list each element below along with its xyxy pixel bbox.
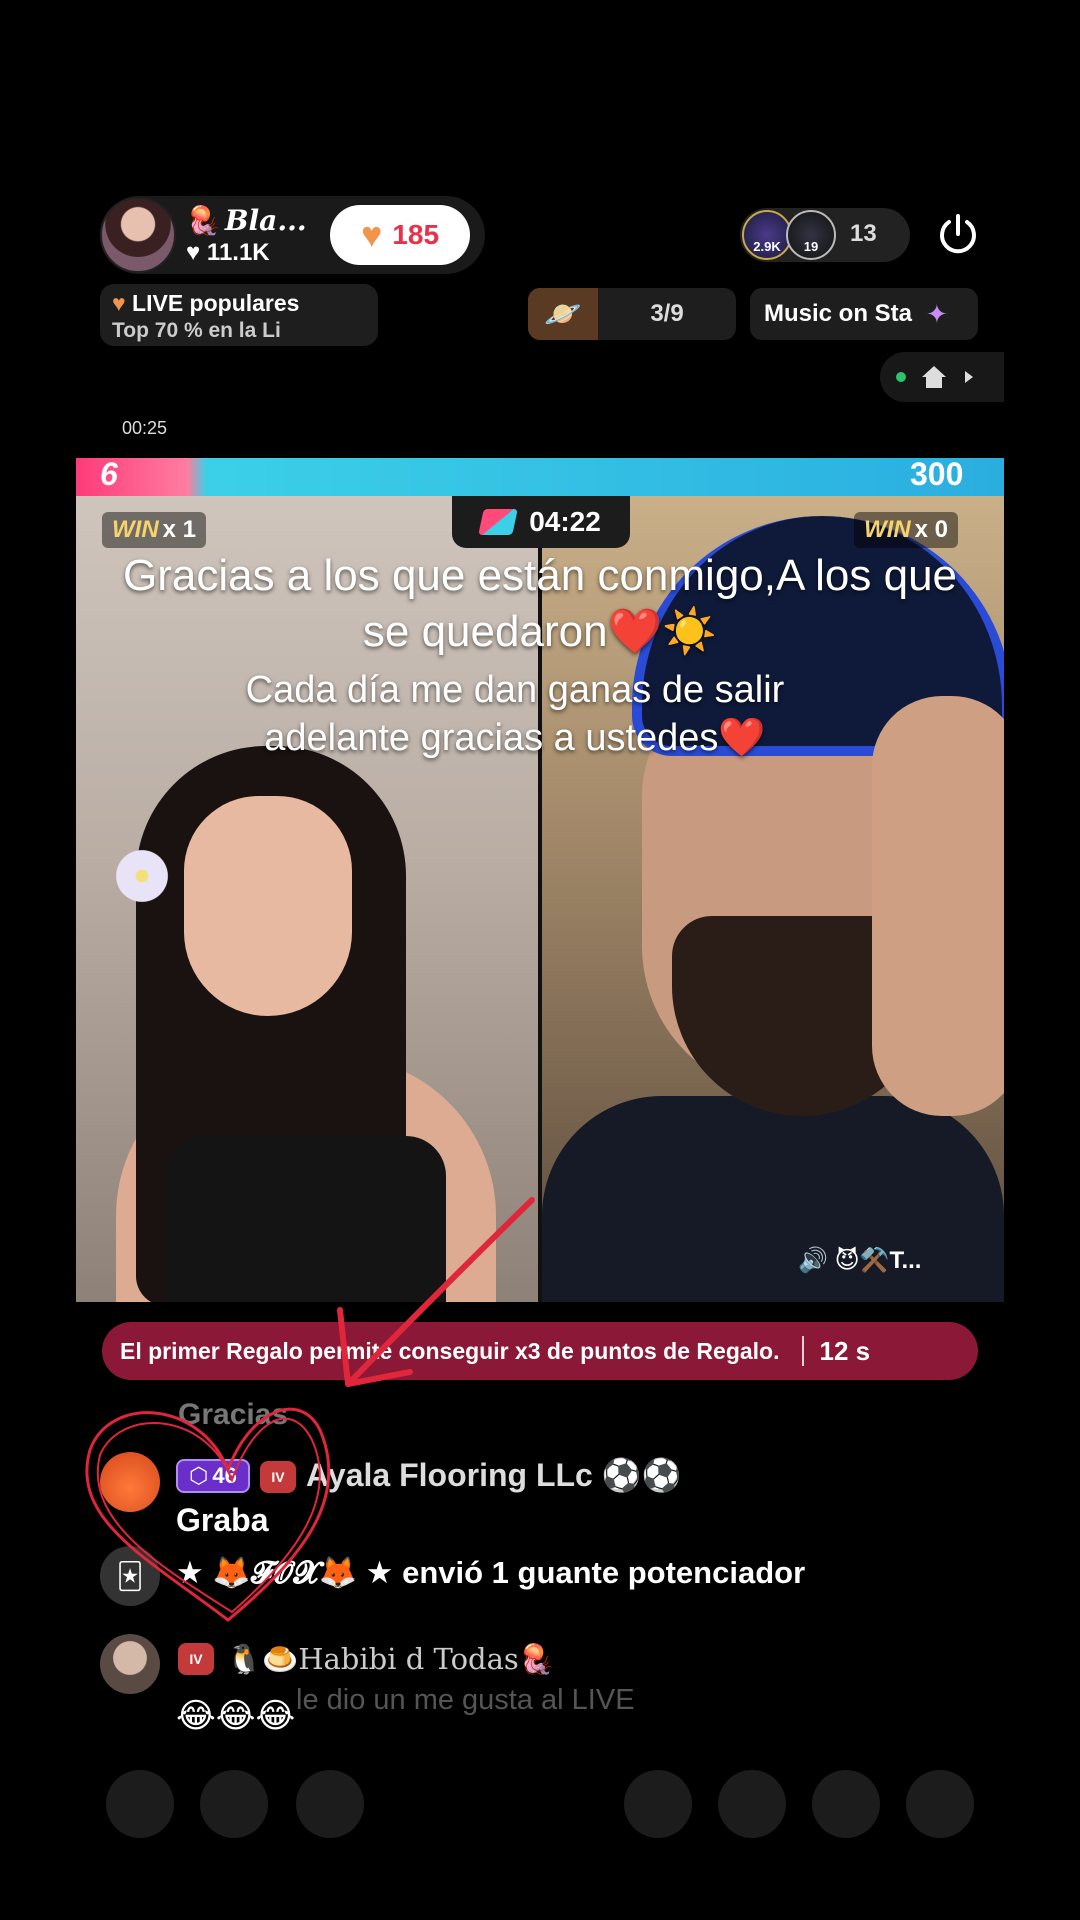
rank-label: 3/9 [650,300,684,327]
viewer-list[interactable]: 2.9K 19 13 [740,208,910,262]
toolbar-button[interactable] [296,1770,364,1838]
toolbar-button[interactable] [200,1770,268,1838]
chat-message-text: 😂😂😂 [176,1697,296,1735]
divider [801,1336,804,1366]
host-avatar[interactable] [100,197,176,273]
follow-heart-button[interactable]: ♥ 185 [330,205,470,265]
speaker-icon: 🔊 [798,1247,828,1274]
battle-icon [478,509,518,535]
level-badge: ⬡ 46 [176,1459,250,1493]
right-score: 300 [910,456,964,492]
heart-count: 185 [392,219,440,250]
chevron-right-icon [965,371,973,383]
fan-badge: IV [178,1643,214,1675]
viewer-avatar[interactable]: 19 [786,210,836,260]
toolbar-button[interactable] [906,1770,974,1838]
overlay-caption-subtitle: Cada día me dan ganas de salir adelante … [245,669,785,759]
heart-icon: ♥ [112,290,126,316]
left-score: 6 [100,456,118,492]
status-dot [896,372,906,382]
host-likes: 11.1K [206,238,270,266]
fan-badge: IV [260,1461,296,1493]
right-win-badge: WIN x 0 [854,512,959,548]
host-info: 🪼 Bla... ♥ 11.1K [186,204,326,267]
popular-rank: Top 70 % en la Li [112,319,281,342]
ranking-pill[interactable]: 🪐 3/9 [528,288,736,340]
viewer-avatar[interactable]: 2.9K [742,210,792,260]
toolbar-button[interactable] [718,1770,786,1838]
left-win-badge: WIN x 1 [102,512,207,548]
chat-username[interactable]: Ayala Flooring LLc ⚽⚽ [306,1456,681,1494]
gift-card-icon: 🃏 [100,1546,160,1606]
stream-elapsed: 00:25 [122,418,168,438]
heart-icon: ♥ [186,238,201,266]
viewer-count: 13 [850,220,877,247]
toolbar-button[interactable] [624,1770,692,1838]
avatar[interactable] [100,1452,160,1512]
battle-score-bar [76,458,1004,496]
chat-username[interactable]: 🐧🍮Habibi d Todas🪼 [226,1642,555,1677]
heart-icon: ♥ [360,214,383,255]
avatar[interactable] [100,1634,160,1694]
sparkle-icon: ✦ [926,298,948,329]
overlay-caption-title: Gracias a los que están conmigo,A los qu… [122,551,958,656]
gift-promo-banner[interactable]: El primer Regalo permite conseguir x3 de… [102,1322,978,1380]
host-name: Bla... [224,203,307,237]
home-icon [922,366,946,388]
chat-message-faded: Gracias [178,1398,289,1431]
popular-banner[interactable]: ♥ LIVE populares Top 70 % en la Li [100,284,378,346]
promo-text: El primer Regalo permite conseguir x3 de… [120,1337,780,1364]
toolbar-button[interactable] [106,1770,174,1838]
bottom-toolbar [100,1770,980,1838]
promo-countdown: 12 s [819,1335,871,1366]
flower-image [112,846,172,906]
like-notification: le dio un me gusta al LIVE [296,1684,635,1716]
gift-notification: ★ 🦊𝓕𝓞𝓧🦊 ★ envió 1 guante potenciador [176,1555,806,1590]
power-icon[interactable] [935,212,981,258]
toolbar-button[interactable] [812,1770,880,1838]
battle-timer: 04:22 [452,496,630,548]
jellyfish-icon: 🪼 [186,203,221,237]
planet-icon: 🪐 [528,288,598,340]
music-pill[interactable]: Music on Sta ✦ [750,288,978,340]
host-profile[interactable]: 🪼 Bla... ♥ 11.1K ♥ 185 [100,196,485,274]
chat-message-text: Graba [176,1502,269,1538]
guest-name-tag[interactable]: 🔊 😈⚒️T... [798,1246,921,1275]
explore-pill[interactable] [880,352,1004,402]
